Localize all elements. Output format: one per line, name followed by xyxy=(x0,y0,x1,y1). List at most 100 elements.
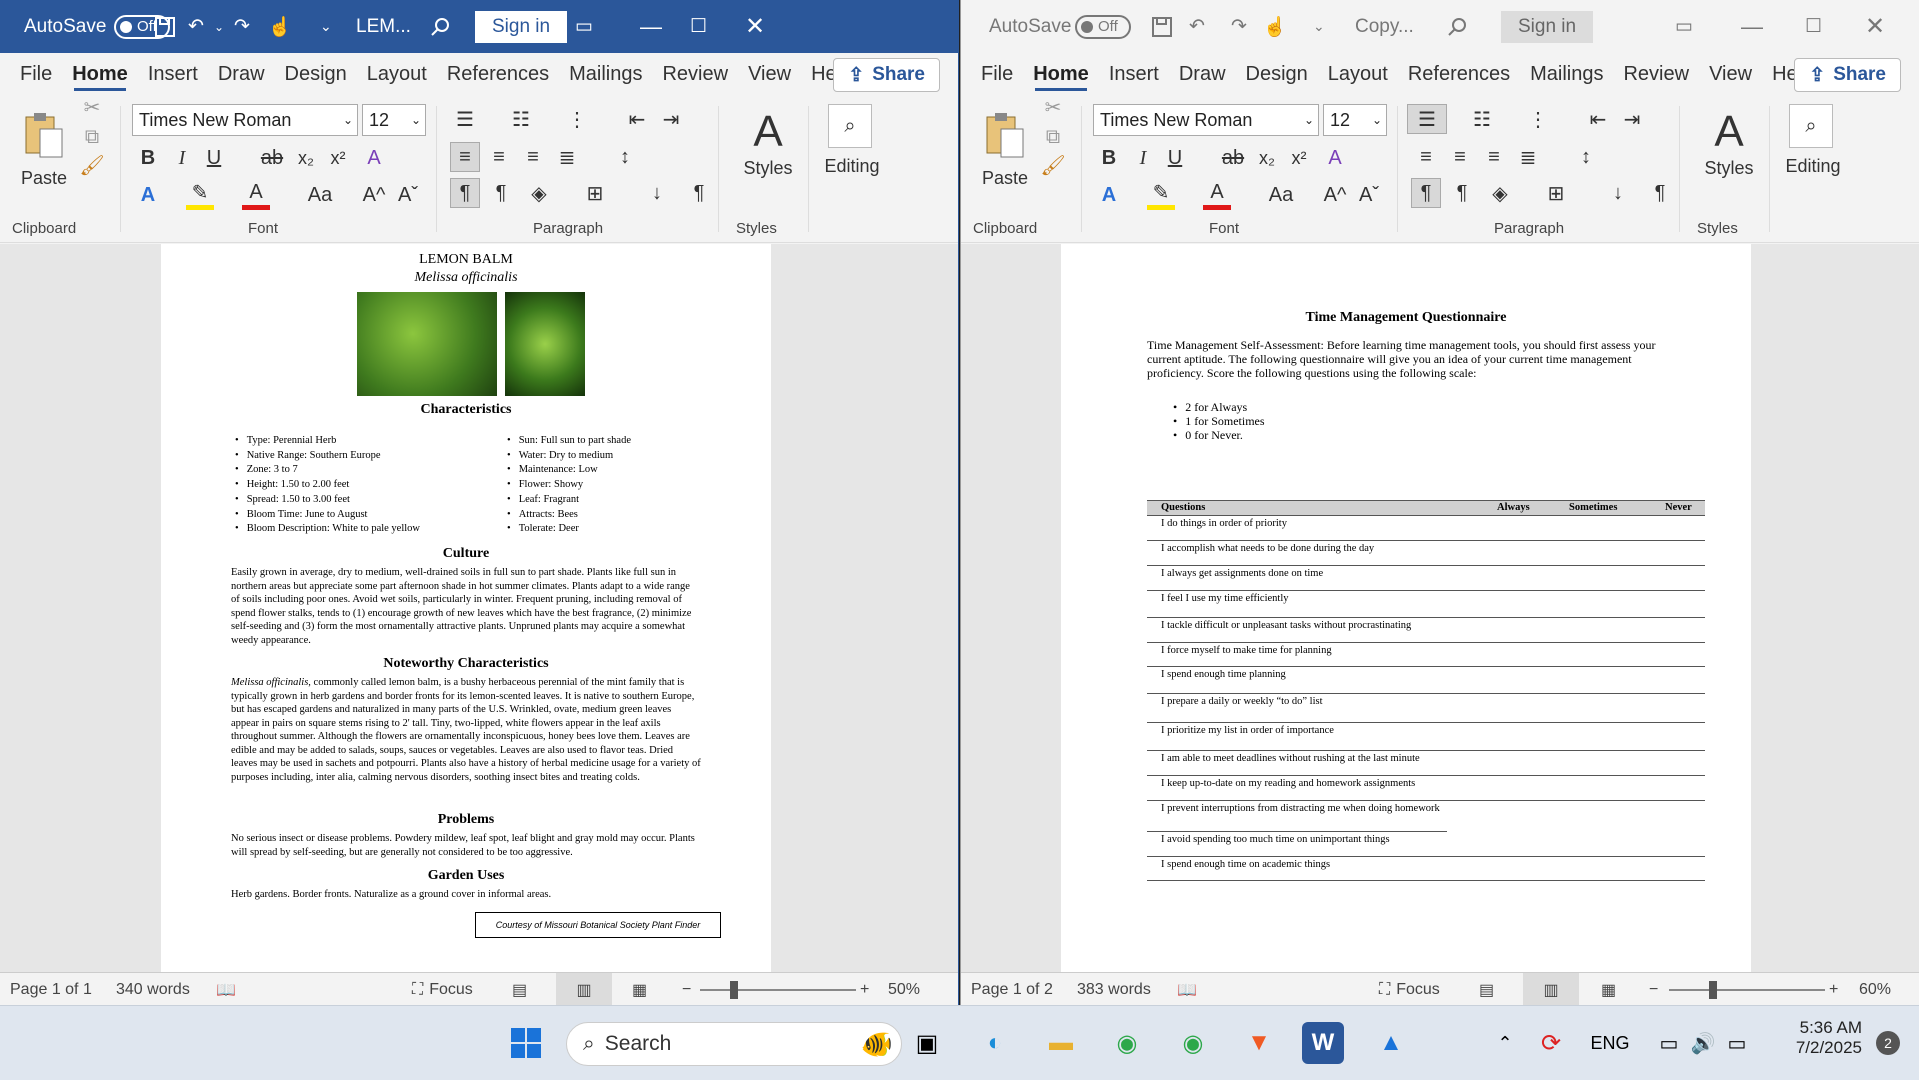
align-left-icon[interactable]: ≡ xyxy=(1411,142,1441,172)
file-explorer-icon[interactable]: ▬ xyxy=(1040,1022,1082,1064)
customize-toolbar-icon[interactable]: ⌄ xyxy=(320,0,332,53)
chrome-profile-icon[interactable]: ◉ xyxy=(1106,1022,1148,1064)
battery-icon[interactable]: ▭ xyxy=(1716,1022,1758,1064)
italic-button[interactable]: I xyxy=(168,144,196,172)
touch-mode-icon[interactable]: ☝ xyxy=(1263,0,1287,53)
chrome-icon[interactable]: ◉ xyxy=(1172,1022,1214,1064)
tab-mailings[interactable]: Mailings xyxy=(1520,53,1613,95)
copy-icon[interactable]: ⧉ xyxy=(80,125,104,149)
share-button[interactable]: ⇪ Share xyxy=(833,58,940,92)
redo-icon[interactable]: ↷ xyxy=(1231,0,1247,53)
document-page[interactable]: LEMON BALM Melissa officinalis Character… xyxy=(161,244,771,972)
tab-layout[interactable]: Layout xyxy=(1318,53,1398,95)
sync-icon[interactable]: ⟳ xyxy=(1530,1022,1572,1064)
focus-button[interactable]: ⛶ Focus xyxy=(1379,973,1440,1005)
shrink-font-icon[interactable]: Aˇ xyxy=(1355,180,1383,210)
sort-icon[interactable]: ↓ xyxy=(1603,178,1633,208)
borders-icon[interactable]: ⊞ xyxy=(1541,178,1571,208)
document-title[interactable]: LEM... xyxy=(356,0,411,53)
share-button[interactable]: ⇪ Share xyxy=(1794,58,1901,92)
underline-button[interactable]: U xyxy=(1161,144,1189,172)
copy-icon[interactable]: ⧉ xyxy=(1041,125,1065,149)
tab-references[interactable]: References xyxy=(437,53,559,95)
shrink-font-icon[interactable]: Aˇ xyxy=(394,180,422,210)
font-color-icon[interactable]: A xyxy=(242,180,270,210)
ribbon-display-icon[interactable]: ▭ xyxy=(1675,0,1693,53)
table-row[interactable]: I tackle difficult or unpleasant tasks w… xyxy=(1147,618,1705,643)
word-icon[interactable]: W xyxy=(1302,1022,1344,1064)
table-row[interactable]: I feel I use my time efficiently xyxy=(1147,591,1705,618)
align-left-icon[interactable]: ≡ xyxy=(450,142,480,172)
tab-file[interactable]: File xyxy=(971,53,1023,95)
underline-button[interactable]: U xyxy=(200,144,228,172)
customize-toolbar-icon[interactable]: ⌄ xyxy=(1313,0,1325,53)
undo-dropdown-icon[interactable]: ⌄ xyxy=(214,0,224,53)
read-mode-icon[interactable]: ▤ xyxy=(512,973,527,1005)
text-effects-icon[interactable]: A xyxy=(1095,180,1123,210)
autosave-toggle[interactable]: Off xyxy=(1075,14,1131,39)
paste-label[interactable]: Paste xyxy=(18,167,70,189)
tab-insert[interactable]: Insert xyxy=(1099,53,1169,95)
zoom-in-icon[interactable]: + xyxy=(1829,973,1838,1005)
close-icon[interactable]: ✕ xyxy=(745,0,765,53)
find-icon[interactable]: ⌕ xyxy=(828,104,872,148)
document-area[interactable]: LEMON BALM Melissa officinalis Character… xyxy=(0,244,958,972)
grow-font-icon[interactable]: A^ xyxy=(1321,180,1349,210)
styles-label[interactable]: Styles xyxy=(736,156,800,180)
zoom-level[interactable]: 50% xyxy=(888,973,920,1005)
brave-icon[interactable]: ▼ xyxy=(1238,1022,1280,1064)
show-hidden-icons[interactable]: ⌃ xyxy=(1484,1022,1526,1064)
tab-home[interactable]: Home xyxy=(62,53,138,95)
clock[interactable]: 5:36 AM 7/2/2025 xyxy=(1772,1018,1862,1058)
sign-in-button[interactable]: Sign in xyxy=(1501,10,1594,43)
zoom-slider[interactable] xyxy=(700,973,856,1005)
zoom-slider[interactable] xyxy=(1669,973,1825,1005)
table-row[interactable]: I spend enough time planning xyxy=(1147,667,1705,694)
tab-design[interactable]: Design xyxy=(275,53,357,95)
document-area[interactable]: Time Management Questionnaire Time Manag… xyxy=(961,244,1919,972)
focus-button[interactable]: ⛶ Focus xyxy=(412,973,473,1005)
document-page[interactable]: Time Management Questionnaire Time Manag… xyxy=(1061,244,1751,972)
table-row[interactable]: I avoid spending too much time on unimpo… xyxy=(1147,832,1705,857)
borders-icon[interactable]: ⊞ xyxy=(580,178,610,208)
clear-formatting-icon[interactable]: A xyxy=(360,144,388,172)
paste-icon[interactable] xyxy=(979,107,1031,163)
proofing-icon[interactable]: 📖 xyxy=(1177,973,1197,1005)
line-spacing-icon[interactable]: ↕ xyxy=(610,142,640,172)
save-icon[interactable] xyxy=(1151,0,1173,53)
editing-label[interactable]: Editing xyxy=(1779,154,1847,178)
edge-icon[interactable]: ◐ xyxy=(974,1022,1016,1064)
superscript-button[interactable]: x² xyxy=(324,144,352,172)
strikethrough-button[interactable]: ab xyxy=(258,144,286,172)
shading-icon[interactable]: ◈ xyxy=(1485,178,1515,208)
shading-icon[interactable]: ◈ xyxy=(524,178,554,208)
ribbon-display-icon[interactable]: ▭ xyxy=(575,0,593,53)
photos-icon[interactable]: ▲ xyxy=(1370,1022,1412,1064)
undo-icon[interactable]: ↶ xyxy=(1189,0,1205,53)
table-row[interactable]: I am able to meet deadlines without rush… xyxy=(1147,751,1705,776)
web-layout-icon[interactable]: ▦ xyxy=(1601,973,1616,1005)
tab-review[interactable]: Review xyxy=(1613,53,1699,95)
font-size-combo[interactable]: 12 ⌄ xyxy=(362,104,426,136)
task-view-icon[interactable]: ▣ xyxy=(906,1022,948,1064)
line-spacing-icon[interactable]: ↕ xyxy=(1571,142,1601,172)
cut-icon[interactable]: ✂ xyxy=(80,95,104,119)
tab-home[interactable]: Home xyxy=(1023,53,1099,95)
find-icon[interactable]: ⌕ xyxy=(1789,104,1833,148)
zoom-out-icon[interactable]: − xyxy=(1649,973,1658,1005)
multilevel-list-icon[interactable]: ⋮ xyxy=(562,104,592,134)
tab-design[interactable]: Design xyxy=(1236,53,1318,95)
bold-button[interactable]: B xyxy=(134,144,162,172)
redo-icon[interactable]: ↷ xyxy=(234,0,250,53)
font-color-icon[interactable]: A xyxy=(1203,180,1231,210)
subscript-button[interactable]: x₂ xyxy=(292,144,320,172)
highlight-icon[interactable]: ✎ xyxy=(1147,180,1175,210)
print-layout-icon[interactable]: ▥ xyxy=(1523,973,1579,1005)
cut-icon[interactable]: ✂ xyxy=(1041,95,1065,119)
maximize-icon[interactable]: ☐ xyxy=(1805,0,1822,53)
sort-icon[interactable]: ↓ xyxy=(642,178,672,208)
editing-label[interactable]: Editing xyxy=(818,154,886,178)
justify-icon[interactable]: ≣ xyxy=(552,142,582,172)
tab-file[interactable]: File xyxy=(10,53,62,95)
align-center-icon[interactable]: ≡ xyxy=(1445,142,1475,172)
